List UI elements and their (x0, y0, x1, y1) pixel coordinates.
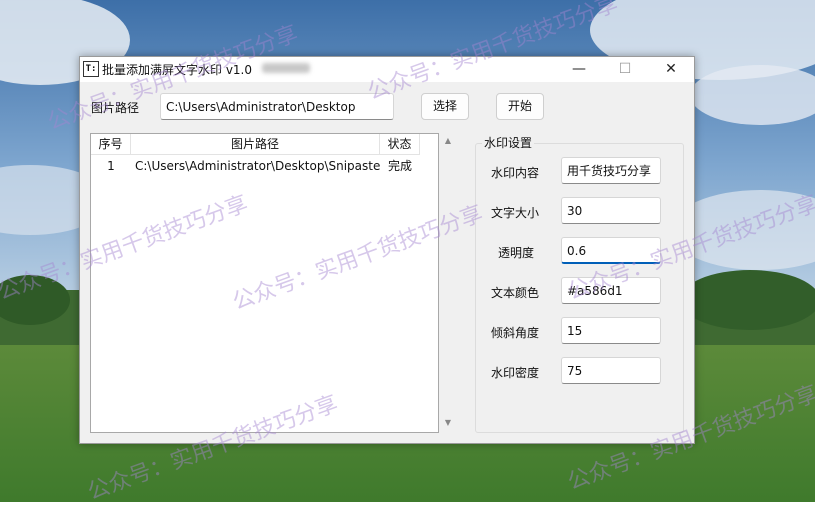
title-redacted (262, 63, 310, 73)
settings-group-title: 水印设置 (482, 134, 535, 151)
close-button[interactable]: ✕ (648, 57, 694, 82)
column-header-path[interactable]: 图片路径 (131, 134, 380, 155)
table-cell-status[interactable]: 完成 (380, 156, 420, 176)
file-table[interactable]: 序号 图片路径 状态 1 C:\Users\Administrator\Desk… (90, 133, 439, 433)
path-label: 图片路径 (91, 101, 140, 115)
size-label: 文字大小 (491, 206, 540, 220)
window-title: 批量添加满屏文字水印 v1.0 (102, 63, 253, 77)
app-window: T: 批量添加满屏文字水印 v1.0 — ☐ ✕ 图片路径 C:\Users\A… (79, 56, 695, 444)
angle-input[interactable]: 15 (561, 317, 661, 344)
scroll-up-arrow-icon[interactable]: ▲ (442, 135, 454, 147)
color-input[interactable]: #a586d1 (561, 277, 661, 304)
table-cell-path[interactable]: C:\Users\Administrator\Desktop\Snipaste (135, 156, 380, 176)
start-button[interactable]: 开始 (496, 93, 544, 120)
density-label: 水印密度 (491, 366, 540, 380)
column-header-status[interactable]: 状态 (380, 134, 420, 155)
opacity-label: 透明度 (498, 246, 535, 260)
maximize-button[interactable]: ☐ (602, 57, 648, 82)
density-input[interactable]: 75 (561, 357, 661, 384)
app-icon: T: (83, 61, 99, 77)
content-input[interactable]: 用千货技巧分享 (561, 157, 661, 184)
opacity-input[interactable]: 0.6 (561, 237, 661, 264)
content-label: 水印内容 (491, 166, 540, 180)
path-input[interactable]: C:\Users\Administrator\Desktop (160, 93, 394, 120)
table-cell-index[interactable]: 1 (91, 156, 131, 176)
minimize-button[interactable]: — (556, 57, 602, 82)
column-header-index[interactable]: 序号 (91, 134, 131, 155)
scroll-down-arrow-icon[interactable]: ▼ (442, 417, 454, 429)
angle-label: 倾斜角度 (491, 326, 540, 340)
select-button[interactable]: 选择 (421, 93, 469, 120)
color-label: 文本颜色 (491, 286, 540, 300)
size-input[interactable]: 30 (561, 197, 661, 224)
title-bar[interactable]: T: 批量添加满屏文字水印 v1.0 — ☐ ✕ (80, 57, 694, 82)
